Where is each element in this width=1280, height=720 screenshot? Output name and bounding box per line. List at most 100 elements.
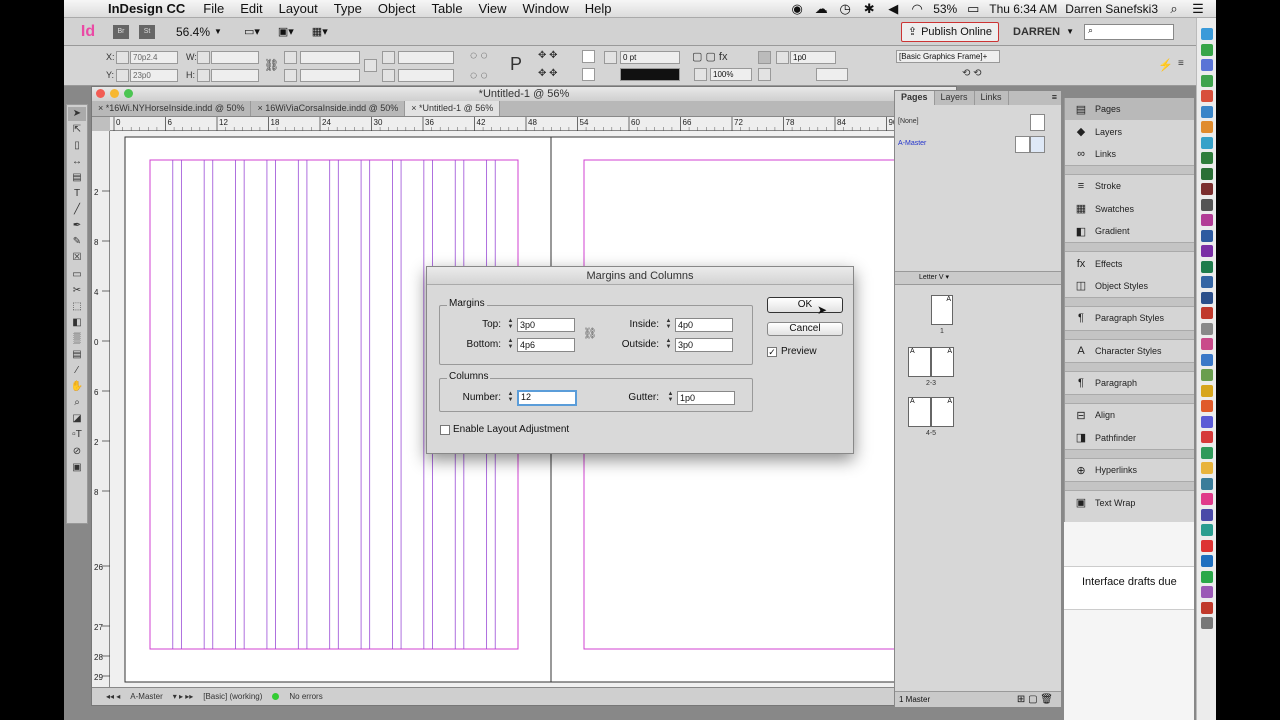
- view-options-icon[interactable]: ▭▾: [244, 25, 260, 38]
- app-icon[interactable]: [1200, 555, 1213, 567]
- x-stepper[interactable]: [116, 51, 129, 64]
- gap-field[interactable]: 1p0: [790, 51, 836, 64]
- gutter-stepper[interactable]: ▲ ▼: [666, 391, 675, 404]
- user-name[interactable]: Darren Sanefski3: [1065, 2, 1158, 16]
- panel-menu-icon[interactable]: ≡: [1048, 91, 1061, 105]
- pen-tool-icon[interactable]: ✒: [68, 219, 86, 234]
- dock-item-layers[interactable]: ◆ Layers: [1065, 120, 1194, 142]
- stroke-type-dropdown[interactable]: [620, 68, 680, 81]
- note-tool-icon[interactable]: ▤: [68, 348, 86, 363]
- tab-viacorsa[interactable]: × 16WiViaCorsaInside.indd @ 50%: [251, 101, 406, 116]
- w-stepper[interactable]: [197, 51, 210, 64]
- horizontal-ruler[interactable]: 0 6 12 18 24 30 36 42 48 54 60 66 72 78 84 90: [110, 117, 958, 131]
- bottom-stepper[interactable]: ▲ ▼: [506, 338, 515, 351]
- tab-links[interactable]: Links: [975, 91, 1009, 105]
- tab-layers[interactable]: Layers: [935, 91, 975, 105]
- app-icon[interactable]: [1200, 152, 1213, 164]
- content-collector-icon[interactable]: ▤: [68, 171, 86, 186]
- direct-selection-tool-icon[interactable]: ⇱: [68, 123, 86, 138]
- eyedropper-tool-icon[interactable]: ⁄: [68, 364, 86, 379]
- gap-tool-icon[interactable]: ↔: [68, 155, 86, 170]
- preview-checkbox[interactable]: ✓: [767, 347, 777, 357]
- app-icon[interactable]: [1200, 384, 1213, 397]
- zoom-level[interactable]: 56.4%: [176, 25, 210, 39]
- hand-tool-icon[interactable]: ✋: [68, 380, 86, 395]
- constrain-proportions-icon[interactable]: ⛓: [264, 58, 279, 72]
- bridge-button[interactable]: Br: [113, 24, 129, 39]
- cancel-button[interactable]: Cancel: [767, 322, 843, 336]
- app-icon[interactable]: [1200, 183, 1213, 195]
- dock-item-links[interactable]: ∞ Links: [1065, 143, 1194, 165]
- scissors-tool-icon[interactable]: ✂: [68, 284, 86, 299]
- type-tool-icon[interactable]: T: [68, 187, 86, 202]
- menu-layout[interactable]: Layout: [271, 1, 326, 16]
- scale-x-stepper[interactable]: [284, 51, 297, 64]
- app-icon[interactable]: [1200, 338, 1213, 350]
- creative-cloud-icon[interactable]: ☁: [813, 1, 829, 17]
- wifi-icon[interactable]: ◠: [909, 1, 925, 17]
- menu-edit[interactable]: Edit: [232, 1, 270, 16]
- zoom-window-icon[interactable]: [124, 89, 133, 98]
- app-icon[interactable]: [1200, 276, 1213, 288]
- app-icon[interactable]: [1200, 508, 1213, 521]
- app-icon[interactable]: [1200, 167, 1213, 180]
- outside-stepper[interactable]: ▲ ▼: [664, 338, 673, 351]
- rotate-icons[interactable]: ◌ ◌: [470, 48, 488, 62]
- bottom-field[interactable]: 4p6: [517, 338, 575, 352]
- gap-stepper[interactable]: [776, 51, 789, 64]
- zoom-dropdown-icon[interactable]: ▼: [214, 27, 222, 36]
- gradient-swatch-tool-icon[interactable]: ◧: [68, 316, 86, 331]
- dock-item-swatches[interactable]: ▦ Swatches: [1065, 198, 1194, 220]
- dock-item-align[interactable]: ⊟ Align: [1065, 404, 1194, 426]
- screen-mode-icon[interactable]: ▣▾: [278, 25, 294, 38]
- dock-item-hyperlinks[interactable]: ⊕ Hyperlinks: [1065, 459, 1194, 481]
- app-icon[interactable]: [1200, 74, 1213, 87]
- y-stepper[interactable]: [116, 69, 129, 82]
- app-icon[interactable]: [1200, 90, 1213, 102]
- stroke-style-dropdown[interactable]: [816, 68, 848, 81]
- app-icon[interactable]: [1200, 229, 1213, 242]
- rectangle-frame-tool-icon[interactable]: ☒: [68, 251, 86, 266]
- page-size-dropdown[interactable]: Letter V ▾: [895, 271, 1061, 285]
- current-page-field[interactable]: A-Master: [130, 692, 162, 701]
- app-icon[interactable]: [1200, 586, 1213, 598]
- workspace-switcher[interactable]: DARREN: [1013, 26, 1060, 38]
- app-icon[interactable]: [1200, 539, 1213, 552]
- app-icon[interactable]: [1200, 601, 1213, 614]
- rotate-field[interactable]: [398, 51, 454, 64]
- master-a[interactable]: A-Master: [895, 133, 1061, 155]
- arrange-documents-icon[interactable]: ▦▾: [312, 25, 328, 38]
- menu-type[interactable]: Type: [326, 1, 370, 16]
- notifications-icon[interactable]: ☰: [1190, 1, 1206, 17]
- fill-stroke-icon[interactable]: ◪: [68, 412, 86, 427]
- opacity-icon[interactable]: [694, 68, 707, 81]
- stock-button[interactable]: St: [139, 24, 155, 39]
- app-icon[interactable]: [1200, 28, 1213, 40]
- auto-fit-icon[interactable]: [758, 68, 771, 81]
- outside-field[interactable]: 3p0: [675, 338, 733, 352]
- fill-swatch[interactable]: [582, 50, 595, 63]
- dock-item-stroke[interactable]: ≡ Stroke: [1065, 175, 1194, 197]
- number-stepper[interactable]: ▲ ▼: [506, 391, 515, 404]
- stroke-swatch[interactable]: [582, 68, 595, 81]
- new-page-delete-icons[interactable]: ⊞ ▢ 🗑: [1017, 692, 1053, 707]
- line-tool-icon[interactable]: ╱: [68, 203, 86, 218]
- link-margins-icon[interactable]: ⛓: [583, 327, 597, 340]
- dock-item-paragraph[interactable]: ¶ Paragraph: [1065, 372, 1194, 394]
- scale-x-field[interactable]: [300, 51, 360, 64]
- time-machine-icon[interactable]: ◷: [837, 1, 853, 17]
- stroke-weight-stepper[interactable]: [604, 51, 617, 64]
- h-field[interactable]: [211, 69, 259, 82]
- menu-object[interactable]: Object: [370, 1, 424, 16]
- app-icon[interactable]: [1200, 307, 1213, 319]
- formatting-affects-icon[interactable]: ▫T: [68, 428, 86, 443]
- menu-view[interactable]: View: [471, 1, 515, 16]
- menu-help[interactable]: Help: [577, 1, 620, 16]
- number-field[interactable]: 12: [517, 390, 577, 406]
- close-window-icon[interactable]: [96, 89, 105, 98]
- select-content-icon[interactable]: ✥ ✥: [538, 68, 558, 79]
- app-icon[interactable]: [1200, 291, 1213, 304]
- pencil-tool-icon[interactable]: ✎: [68, 235, 86, 250]
- free-transform-tool-icon[interactable]: ⬚: [68, 300, 86, 315]
- dock-item-pathfinder[interactable]: ◨ Pathfinder: [1065, 427, 1194, 449]
